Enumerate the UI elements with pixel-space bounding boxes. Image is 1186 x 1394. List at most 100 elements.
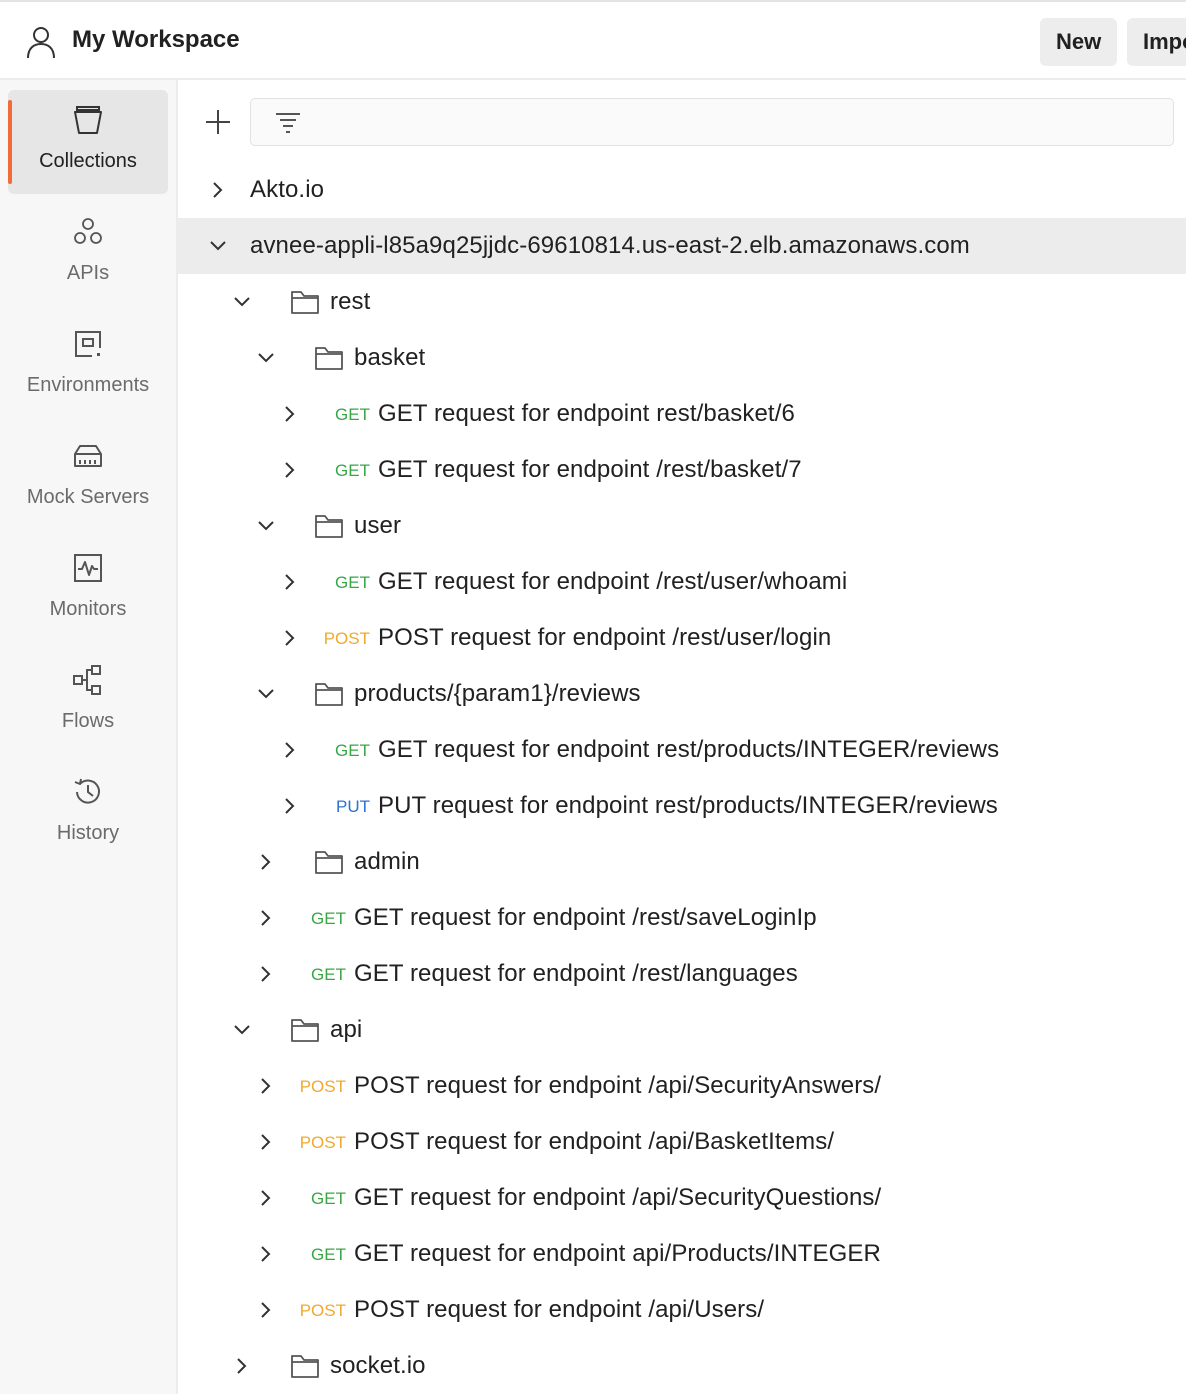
tree-row-folder[interactable]: user [178, 498, 1186, 554]
folder-icon [315, 683, 343, 706]
folder-icon [291, 1019, 319, 1042]
method-badge-put: PUT [336, 797, 370, 816]
tree-row-request[interactable]: PUT PUT request for endpoint rest/produc… [178, 778, 1186, 834]
tree-row-request[interactable]: GET GET request for endpoint /rest/saveL… [178, 890, 1186, 946]
chevron-down-icon[interactable] [254, 514, 278, 538]
folder-icon [315, 515, 343, 538]
tree-row-folder[interactable]: api [178, 1002, 1186, 1058]
chevron-right-icon[interactable] [254, 906, 278, 930]
tree-row-request[interactable]: GET GET request for endpoint /rest/baske… [178, 442, 1186, 498]
tree-row-folder[interactable]: basket [178, 330, 1186, 386]
sidebar-item-monitors[interactable]: Monitors [8, 538, 168, 642]
tree-row-request[interactable]: GET GET request for endpoint /rest/user/… [178, 554, 1186, 610]
sidebar-item-collections[interactable]: Collections [8, 90, 168, 194]
chevron-down-icon[interactable] [230, 1018, 254, 1042]
tree-row-folder[interactable]: rest [178, 274, 1186, 330]
chevron-right-icon[interactable] [278, 458, 302, 482]
folder-name: basket [354, 344, 426, 371]
collection-name: Akto.io [250, 176, 325, 203]
filter-icon [276, 113, 300, 133]
server-icon [74, 445, 102, 467]
method-badge-post: POST [299, 1301, 346, 1320]
chevron-right-icon[interactable] [206, 178, 230, 202]
tree-row-folder[interactable]: admin [178, 834, 1186, 890]
import-button[interactable]: Import [1127, 18, 1186, 66]
tree-row-request[interactable]: GET GET request for endpoint /api/Securi… [178, 1170, 1186, 1226]
chevron-down-icon[interactable] [206, 234, 230, 258]
tree-row-request[interactable]: POST POST request for endpoint /api/User… [178, 1282, 1186, 1338]
folder-icon [291, 1355, 319, 1378]
chevron-right-icon[interactable] [278, 402, 302, 426]
folder-icon [315, 347, 343, 370]
method-badge-post: POST [299, 1077, 346, 1096]
chevron-right-icon[interactable] [278, 570, 302, 594]
request-name: GET request for endpoint /rest/saveLogin… [354, 904, 817, 931]
tree-row-collection[interactable]: avnee-appli-l85a9q25jjdc-69610814.us-eas… [178, 218, 1186, 274]
tree-row-request[interactable]: POST POST request for endpoint /api/Secu… [178, 1058, 1186, 1114]
chevron-down-icon[interactable] [230, 290, 254, 314]
chevron-right-icon[interactable] [254, 850, 278, 874]
chevron-right-icon[interactable] [278, 738, 302, 762]
request-name: POST request for endpoint /api/Users/ [354, 1296, 765, 1323]
sidebar-item-flows[interactable]: Flows [8, 650, 168, 754]
chevron-right-icon[interactable] [254, 1186, 278, 1210]
folder-name: api [330, 1016, 363, 1043]
trash-bin-icon [74, 106, 102, 134]
chevron-right-icon[interactable] [278, 626, 302, 650]
tree-row-request[interactable]: POST POST request for endpoint /rest/use… [178, 610, 1186, 666]
sidebar-item-label: Monitors [49, 598, 127, 620]
folder-name: admin [354, 848, 420, 875]
sidebar-item-history[interactable]: History [8, 762, 168, 866]
tree-row-request[interactable]: GET GET request for endpoint /rest/langu… [178, 946, 1186, 1002]
sidebar-item-environments[interactable]: Environments [8, 314, 168, 418]
tree-row-folder[interactable]: socket.io [178, 1338, 1186, 1394]
method-badge-get: GET [311, 1245, 346, 1264]
method-badge-get: GET [311, 965, 346, 984]
workspace-title[interactable]: My Workspace [72, 26, 240, 54]
request-name: POST request for endpoint /api/BasketIte… [354, 1128, 835, 1155]
tree-row-folder[interactable]: products/{param1}/reviews [178, 666, 1186, 722]
chevron-right-icon[interactable] [254, 1298, 278, 1322]
chevron-right-icon[interactable] [254, 1242, 278, 1266]
chevron-down-icon[interactable] [254, 682, 278, 706]
sidebar-item-label: Flows [61, 710, 115, 732]
flows-icon [73, 665, 101, 695]
request-name: POST request for endpoint /api/SecurityA… [354, 1072, 882, 1099]
method-badge-get: GET [335, 741, 370, 760]
chevron-right-icon[interactable] [278, 794, 302, 818]
plus-icon[interactable] [202, 106, 234, 138]
filter-input[interactable] [250, 98, 1174, 146]
apis-icon [74, 218, 102, 244]
tree-row-request[interactable]: GET GET request for endpoint api/Product… [178, 1226, 1186, 1282]
environments-icon [75, 331, 101, 357]
history-icon [74, 778, 100, 804]
request-name: GET request for endpoint rest/basket/6 [378, 400, 795, 427]
chevron-right-icon[interactable] [254, 1130, 278, 1154]
folder-name: products/{param1}/reviews [354, 680, 641, 707]
method-badge-get: GET [335, 573, 370, 592]
tree-row-request[interactable]: GET GET request for endpoint rest/produc… [178, 722, 1186, 778]
chevron-right-icon[interactable] [230, 1354, 254, 1378]
method-badge-get: GET [335, 405, 370, 424]
chevron-right-icon[interactable] [254, 1074, 278, 1098]
sidebar-item-label: History [56, 822, 120, 844]
tree-row-request[interactable]: GET GET request for endpoint rest/basket… [178, 386, 1186, 442]
folder-icon [291, 291, 319, 314]
tree-row-collection[interactable]: Akto.io [178, 162, 1186, 218]
sidebar-item-label: Environments [26, 374, 150, 396]
sidebar-item-label: APIs [66, 262, 110, 284]
monitor-icon [74, 554, 102, 582]
method-badge-get: GET [335, 461, 370, 480]
chevron-down-icon[interactable] [254, 346, 278, 370]
request-name: GET request for endpoint rest/products/I… [378, 736, 1000, 763]
request-name: PUT request for endpoint rest/products/I… [378, 792, 998, 819]
chevron-right-icon[interactable] [254, 962, 278, 986]
sidebar-item-label: Collections [39, 150, 137, 172]
folder-name: rest [330, 288, 371, 315]
sidebar-item-apis[interactable]: APIs [8, 202, 168, 306]
sidebar-item-mock-servers[interactable]: Mock Servers [8, 426, 168, 530]
request-name: POST request for endpoint /rest/user/log… [378, 624, 832, 651]
tree-row-request[interactable]: POST POST request for endpoint /api/Bask… [178, 1114, 1186, 1170]
sidebar-item-label: Mock Servers [26, 486, 150, 508]
new-button[interactable]: New [1040, 18, 1118, 66]
